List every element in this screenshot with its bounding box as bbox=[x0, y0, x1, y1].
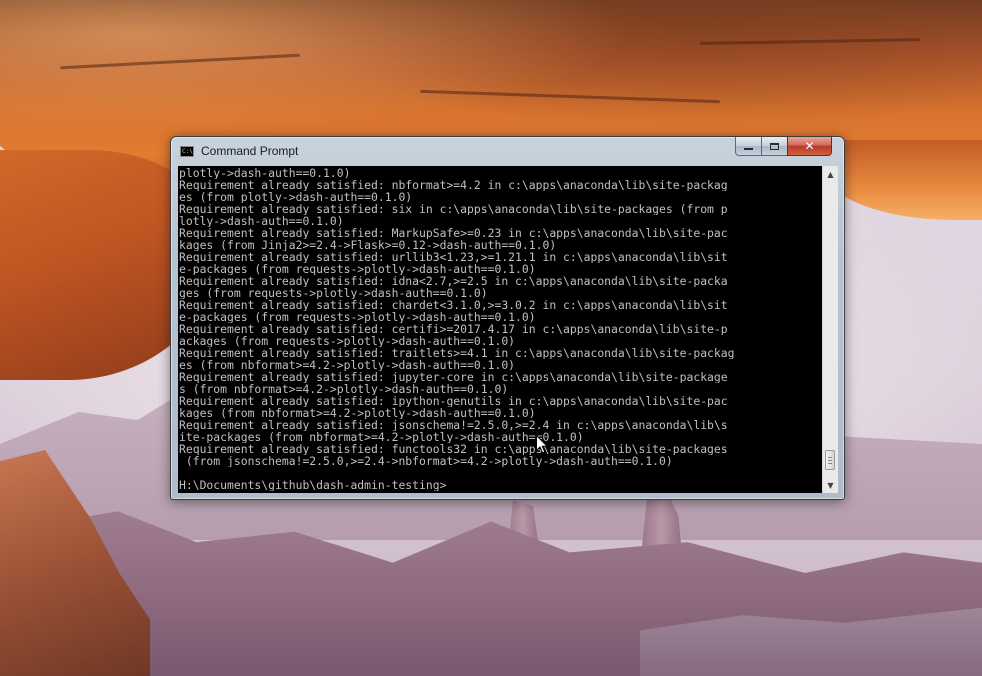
console-line: kages (from nbformat>=4.2->plotly->dash-… bbox=[179, 407, 536, 419]
thumb-grip bbox=[828, 457, 832, 458]
console-line: es (from nbformat>=4.2->plotly->dash-aut… bbox=[179, 359, 516, 371]
console-line: Requirement already satisfied: traitlets… bbox=[179, 347, 735, 359]
minimize-icon bbox=[744, 148, 753, 150]
close-button[interactable]: ✕ bbox=[787, 137, 832, 156]
console-line: (from jsonschema!=2.5.0,>=2.4->nbformat>… bbox=[179, 455, 673, 467]
maximize-icon bbox=[770, 142, 779, 150]
console-line: e-packages (from requests->plotly->dash-… bbox=[179, 263, 536, 275]
console-line: Requirement already satisfied: urllib3<1… bbox=[179, 251, 728, 263]
console-line: lotly->dash-auth==0.1.0) bbox=[179, 215, 344, 227]
thumb-grip bbox=[828, 463, 832, 464]
console-output-area[interactable]: plotly->dash-auth==0.1.0) Requirement alr… bbox=[178, 166, 838, 493]
console-line: es (from plotly->dash-auth==0.1.0) bbox=[179, 191, 413, 203]
console-line: plotly->dash-auth==0.1.0) bbox=[179, 167, 351, 179]
scroll-up-arrow-icon[interactable]: ▲ bbox=[823, 166, 838, 182]
console-text: plotly->dash-auth==0.1.0) Requirement alr… bbox=[179, 167, 821, 491]
window-title-bar[interactable]: C:\ Command Prompt ✕ bbox=[171, 137, 844, 165]
console-line: Requirement already satisfied: nbformat>… bbox=[179, 179, 728, 191]
caption-buttons: ✕ bbox=[735, 137, 832, 156]
maximize-button[interactable] bbox=[761, 137, 787, 156]
scrollbar-thumb[interactable] bbox=[825, 450, 835, 470]
console-line: Requirement already satisfied: functools… bbox=[179, 443, 728, 455]
command-prompt-line: H:\Documents\github\dash-admin-testing> bbox=[179, 479, 447, 491]
console-line: Requirement already satisfied: idna<2.7,… bbox=[179, 275, 728, 287]
console-line: Requirement already satisfied: certifi>=… bbox=[179, 323, 728, 335]
console-line: kages (from Jinja2>=2.4->Flask>=0.12->da… bbox=[179, 239, 557, 251]
console-line: ite-packages (from nbformat>=4.2->plotly… bbox=[179, 431, 584, 443]
cmd-icon[interactable]: C:\ bbox=[180, 146, 194, 157]
command-prompt-window[interactable]: C:\ Command Prompt ✕ plotly->dash-auth==… bbox=[170, 136, 845, 500]
close-icon: ✕ bbox=[804, 139, 815, 153]
scroll-down-arrow-icon[interactable]: ▼ bbox=[823, 477, 838, 493]
thumb-grip bbox=[828, 460, 832, 461]
console-line: Requirement already satisfied: ipython-g… bbox=[179, 395, 728, 407]
console-line: Requirement already satisfied: jupyter-c… bbox=[179, 371, 728, 383]
console-line: s (from nbformat>=4.2->plotly->dash-auth… bbox=[179, 383, 509, 395]
mouse-pointer-icon bbox=[536, 435, 548, 454]
minimize-button[interactable] bbox=[735, 137, 761, 156]
console-line: ackages (from requests->plotly->dash-aut… bbox=[179, 335, 516, 347]
console-line: ges (from requests->plotly->dash-auth==0… bbox=[179, 287, 488, 299]
console-line: Requirement already satisfied: MarkupSaf… bbox=[179, 227, 728, 239]
vertical-scrollbar[interactable]: ▲ ▼ bbox=[822, 166, 838, 493]
window-title: Command Prompt bbox=[201, 144, 299, 158]
console-line: e-packages (from requests->plotly->dash-… bbox=[179, 311, 536, 323]
console-line: Requirement already satisfied: jsonschem… bbox=[179, 419, 728, 431]
console-line: Requirement already satisfied: six in c:… bbox=[179, 203, 728, 215]
console-line: Requirement already satisfied: chardet<3… bbox=[179, 299, 728, 311]
cmd-icon-text: C:\ bbox=[182, 148, 193, 155]
